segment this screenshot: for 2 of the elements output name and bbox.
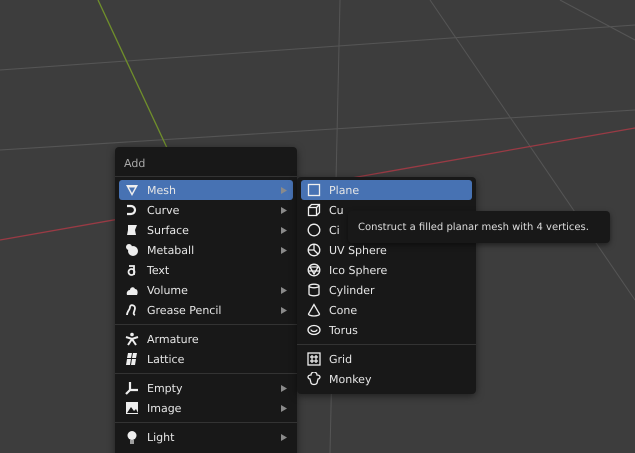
menu-title: Add [115, 150, 297, 177]
tooltip: Construct a filled planar mesh with 4 vertices. [348, 211, 610, 243]
